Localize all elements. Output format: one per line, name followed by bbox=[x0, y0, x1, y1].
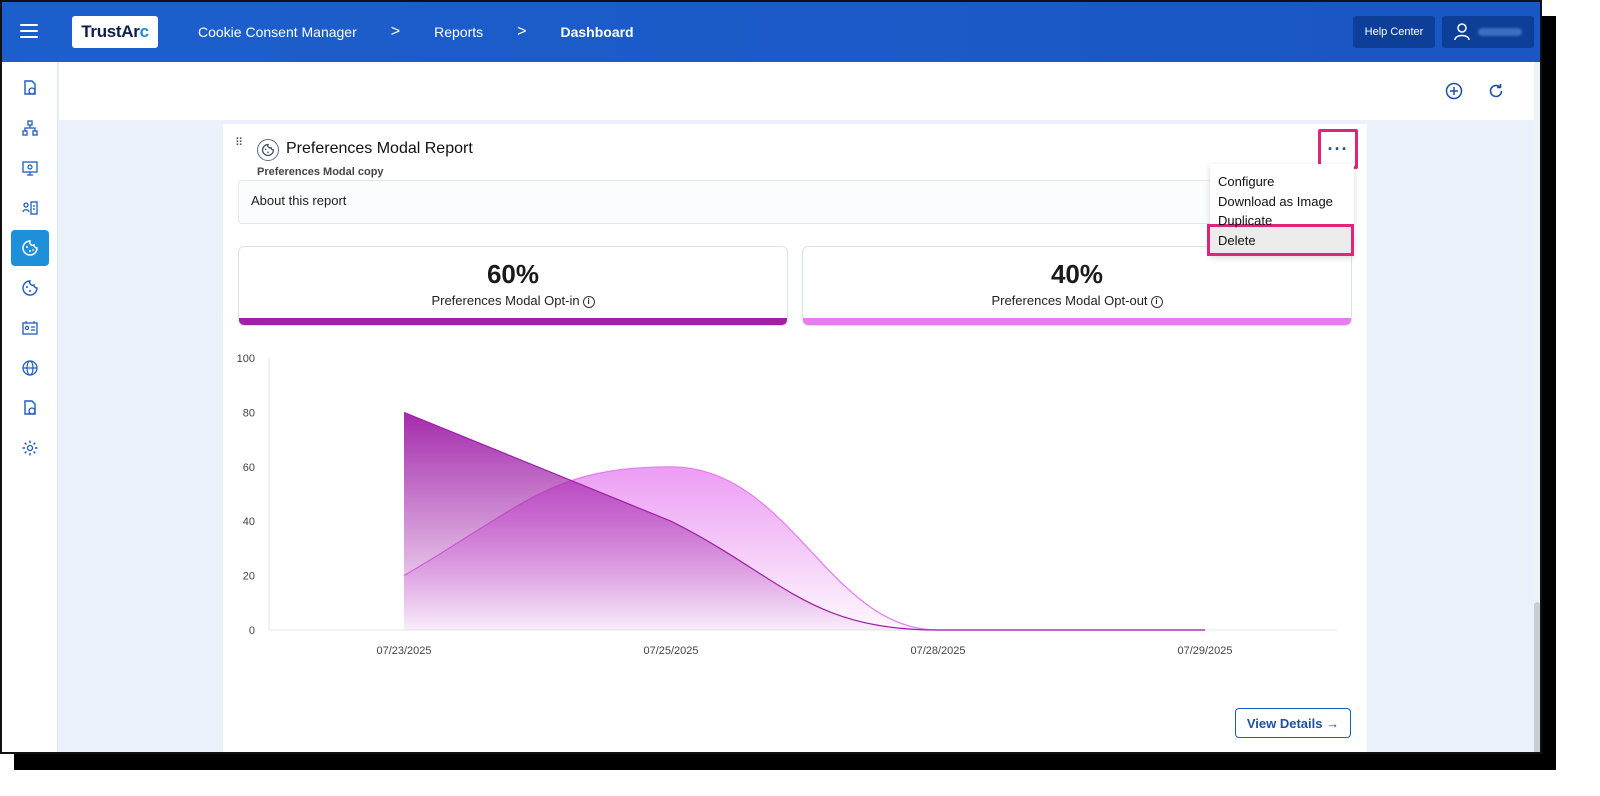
y-tick-label: 100 bbox=[237, 353, 255, 365]
kpi-opt-in-label-row: Preferences Modal Opt-in i bbox=[239, 293, 787, 308]
kpi-opt-out: 40% Preferences Modal Opt-out i bbox=[802, 246, 1352, 326]
user-name-redacted bbox=[1478, 28, 1522, 36]
kpi-opt-out-label: Preferences Modal Opt-out bbox=[991, 293, 1148, 308]
report-subtitle: Preferences Modal copy bbox=[257, 166, 384, 178]
sidebar bbox=[2, 62, 58, 752]
kpi-opt-in-bar bbox=[239, 318, 787, 325]
report-title: Preferences Modal Report bbox=[286, 140, 473, 157]
y-tick-label: 0 bbox=[249, 625, 255, 637]
user-icon bbox=[1454, 23, 1470, 41]
refresh-icon[interactable] bbox=[1487, 82, 1505, 100]
view-details-button[interactable]: View Details → bbox=[1235, 708, 1351, 738]
more-options-button[interactable]: ··· bbox=[1318, 129, 1358, 169]
globe-icon[interactable] bbox=[11, 350, 49, 386]
trustarc-logo[interactable]: TrustAr c bbox=[72, 16, 158, 48]
y-tick-label: 20 bbox=[243, 571, 255, 583]
menu-item-duplicate[interactable]: Duplicate bbox=[1218, 213, 1272, 228]
breadcrumb-dashboard: Dashboard bbox=[560, 24, 634, 40]
arrow-right-icon: → bbox=[1326, 715, 1340, 731]
about-report-section[interactable]: About this report bbox=[238, 180, 1352, 224]
plus-circle-icon[interactable] bbox=[1445, 82, 1463, 100]
kpi-opt-in-label: Preferences Modal Opt-in bbox=[431, 293, 580, 308]
x-tick-label: 07/25/2025 bbox=[643, 645, 698, 657]
menu-item-download-image[interactable]: Download as Image bbox=[1218, 194, 1333, 209]
top-bar: TrustAr c Cookie Consent Manager > Report… bbox=[2, 2, 1540, 62]
y-tick-label: 80 bbox=[243, 407, 255, 419]
y-tick-label: 60 bbox=[243, 462, 255, 474]
breadcrumb-cookie-consent-manager[interactable]: Cookie Consent Manager bbox=[198, 24, 357, 40]
logo-accent: c bbox=[139, 22, 149, 41]
user-menu-button[interactable] bbox=[1442, 16, 1534, 48]
chevron-right-icon: > bbox=[517, 23, 527, 40]
kpi-opt-out-value: 40% bbox=[1050, 259, 1104, 289]
help-center-button[interactable]: Help Center bbox=[1353, 16, 1435, 48]
area-chart: 0 20 40 60 80 100 07/23/2025 07/25/2025 07/28/20… bbox=[237, 353, 1337, 657]
kpi-opt-in: 60% Preferences Modal Opt-in i bbox=[238, 246, 788, 326]
scrollbar-thumb[interactable] bbox=[1534, 602, 1540, 752]
breadcrumb: Cookie Consent Manager > Reports > Dashb… bbox=[198, 2, 634, 62]
report-card: ⠿ Preferences Modal Report Preferences M… bbox=[223, 124, 1367, 752]
logo-text: TrustAr bbox=[81, 22, 140, 41]
drag-handle-icon[interactable]: ⠿ bbox=[235, 138, 243, 149]
info-icon[interactable]: i bbox=[1150, 296, 1163, 308]
cookie-outline-icon[interactable] bbox=[11, 270, 49, 306]
x-tick-label: 07/28/2025 bbox=[910, 645, 965, 657]
kpi-opt-out-bar bbox=[803, 318, 1351, 325]
cookie-icon[interactable] bbox=[11, 230, 49, 266]
user-list-icon[interactable] bbox=[11, 190, 49, 226]
monitor-icon[interactable] bbox=[11, 150, 49, 186]
menu-item-configure[interactable]: Configure bbox=[1218, 174, 1274, 189]
cookie-report-icon bbox=[257, 139, 279, 161]
menu-item-delete[interactable]: Delete bbox=[1218, 233, 1256, 248]
x-tick-label: 07/23/2025 bbox=[376, 645, 431, 657]
id-card-icon[interactable] bbox=[11, 310, 49, 346]
chevron-right-icon: > bbox=[390, 23, 401, 40]
document-clock-icon[interactable] bbox=[11, 390, 49, 426]
view-details-label: View Details bbox=[1246, 715, 1323, 731]
app-window: TrustAr c Cookie Consent Manager > Report… bbox=[0, 0, 1542, 754]
document-clock-icon[interactable] bbox=[11, 70, 49, 106]
breadcrumb-reports[interactable]: Reports bbox=[434, 24, 483, 40]
gear-icon[interactable] bbox=[11, 430, 49, 466]
x-tick-label: 07/29/2025 bbox=[1177, 645, 1232, 657]
y-tick-label: 40 bbox=[243, 516, 255, 528]
dashboard-toolbar bbox=[59, 62, 1534, 120]
info-icon[interactable]: i bbox=[582, 296, 595, 308]
kpi-opt-out-label-row: Preferences Modal Opt-out i bbox=[803, 293, 1351, 308]
menu-icon[interactable] bbox=[20, 24, 38, 38]
network-icon[interactable] bbox=[11, 110, 49, 146]
kpi-opt-in-value: 60% bbox=[486, 259, 540, 289]
